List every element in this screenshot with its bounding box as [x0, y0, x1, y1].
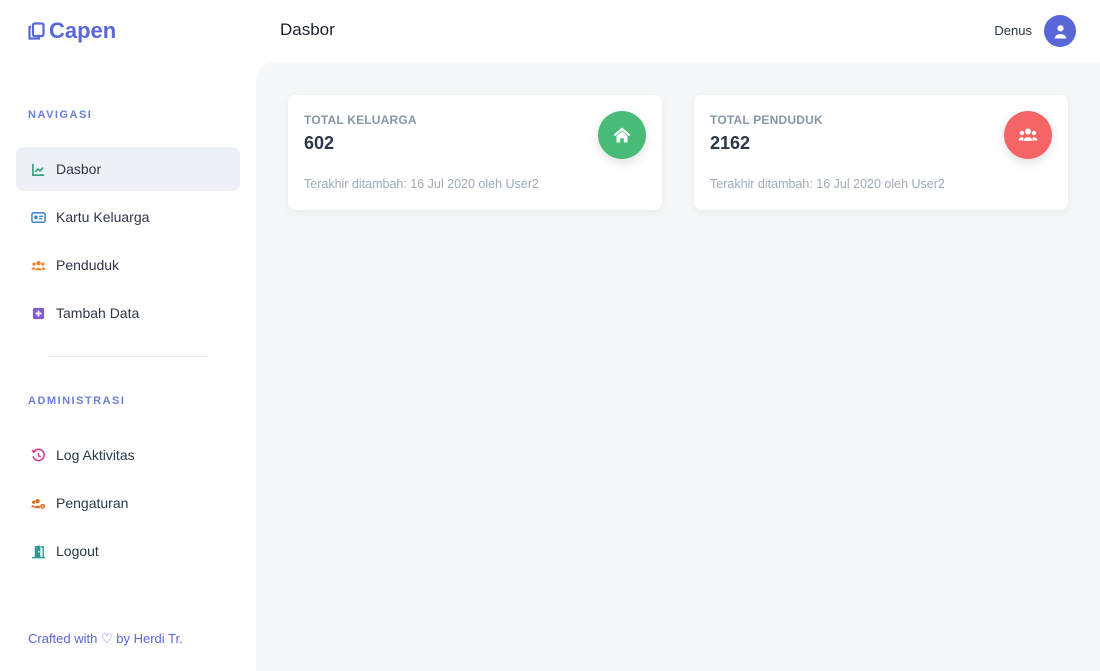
stat-label: TOTAL KELUARGA	[304, 113, 417, 127]
stat-value: 2162	[710, 133, 751, 153]
sidebar-item-penduduk[interactable]: Penduduk	[16, 243, 240, 287]
users-icon	[1018, 128, 1038, 141]
sidebar-item-dasbor[interactable]: Dasbor	[16, 147, 240, 191]
plus-square-icon	[30, 305, 46, 321]
sidebar-item-label: Penduduk	[56, 257, 120, 273]
sidebar-item-label: Pengaturan	[56, 495, 129, 511]
page-title: Dasbor	[280, 20, 335, 39]
sidebar-item-logout[interactable]: Logout	[16, 529, 240, 573]
sidebar-divider	[48, 356, 208, 357]
stat-badge	[1004, 111, 1052, 159]
stat-badge	[598, 111, 646, 159]
brand-name: Capen	[49, 18, 117, 43]
sidebar-item-label: Logout	[56, 543, 99, 559]
sidebar-item-log-aktivitas[interactable]: Log Aktivitas	[16, 433, 240, 477]
sidebar-item-kartu-keluarga[interactable]: Kartu Keluarga	[16, 195, 240, 239]
id-card-icon	[30, 209, 46, 225]
sidebar-item-tambah-data[interactable]: Tambah Data	[16, 291, 240, 335]
sidebar-item-label: Kartu Keluarga	[56, 209, 150, 225]
sidebar-item-label: Dasbor	[56, 161, 102, 177]
stat-card-total-keluarga: TOTAL KELUARGA 602 Terakhir ditambah: 16…	[288, 95, 662, 210]
sidebar: Capen NAVIGASI Dasbor Kartu Keluarga Pen…	[0, 0, 256, 671]
copy-icon	[28, 22, 45, 40]
nav-heading-navigasi: NAVIGASI	[28, 109, 93, 121]
door-open-icon	[30, 543, 46, 559]
stat-meta: Terakhir ditambah: 16 Jul 2020 oleh User…	[304, 177, 539, 191]
footer-credit: Crafted with ♡ by Herdi Tr.	[28, 631, 183, 646]
stat-label: TOTAL PENDUDUK	[710, 113, 823, 127]
home-icon	[613, 127, 631, 143]
sidebar-item-label: Log Aktivitas	[56, 447, 135, 463]
user-name[interactable]: Denus	[994, 23, 1032, 38]
main-content: TOTAL KELUARGA 602 Terakhir ditambah: 16…	[256, 63, 1100, 671]
stat-value: 602	[304, 133, 335, 153]
sidebar-item-pengaturan[interactable]: Pengaturan	[16, 481, 240, 525]
brand-logo[interactable]: Capen	[28, 18, 116, 44]
user-icon	[1054, 24, 1066, 39]
avatar[interactable]	[1044, 15, 1076, 47]
stat-card-total-penduduk: TOTAL PENDUDUK 2162 Terakhir ditambah: 1…	[694, 95, 1068, 210]
users-cog-icon	[30, 495, 46, 511]
nav-heading-administrasi: ADMINISTRASI	[28, 395, 126, 407]
sidebar-item-label: Tambah Data	[56, 305, 140, 321]
history-icon	[30, 447, 46, 463]
chart-line-icon	[30, 161, 46, 177]
users-icon	[30, 257, 46, 273]
stat-meta: Terakhir ditambah: 16 Jul 2020 oleh User…	[710, 177, 945, 191]
